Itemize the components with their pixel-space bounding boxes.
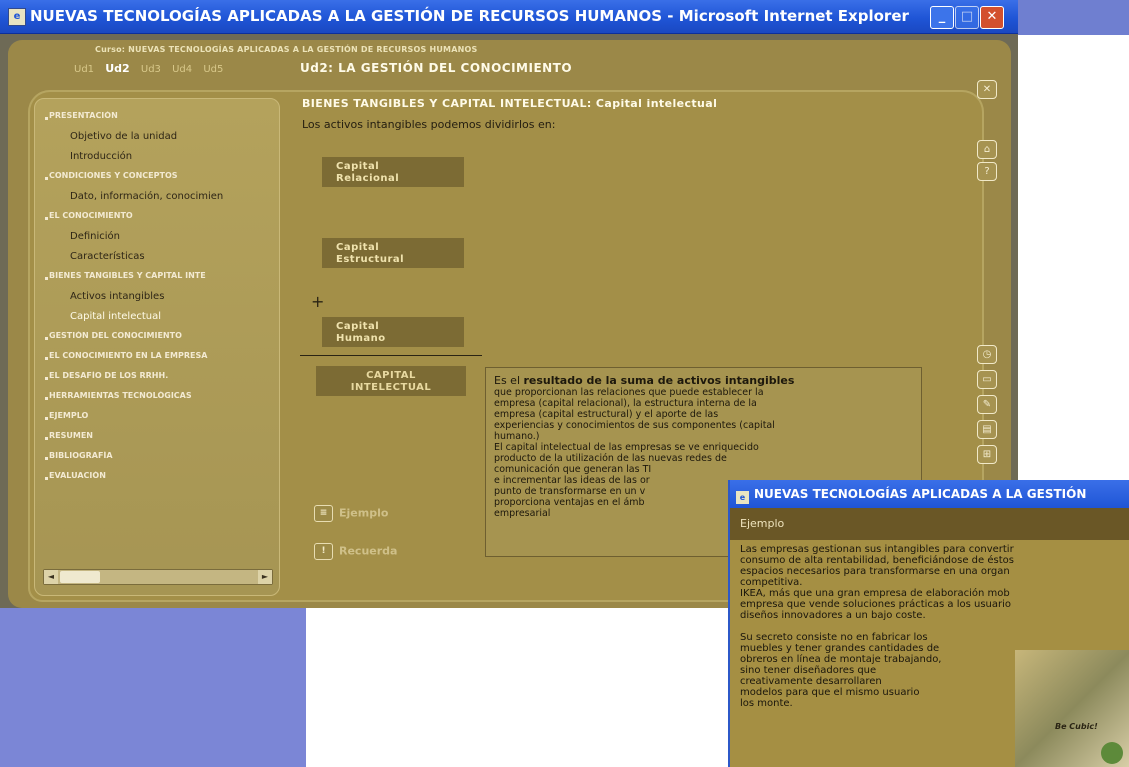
popup-heading: Ejemplo [730, 508, 1129, 540]
capital-estructural-line1: Capital [336, 242, 380, 253]
capital-relacional-line1: Capital [336, 161, 380, 172]
definition-line: producto de la utilización de las nuevas… [494, 453, 727, 464]
sidebar-section[interactable]: HERRAMIENTAS TECNOLÓGICAS [45, 391, 277, 411]
recuerda-icon: ! [314, 543, 333, 560]
ie-icon: e [736, 491, 749, 504]
popup-titlebar[interactable]: e NUEVAS TECNOLOGÍAS APLICADAS A LA GESTI… [730, 480, 1129, 508]
sidebar-item[interactable]: Definición [45, 231, 277, 251]
tab-ud5[interactable]: Ud5 [203, 64, 223, 75]
furniture-photo: Be Cubic! [1015, 650, 1129, 767]
intro-text: Los activos intangibles podemos dividirl… [302, 118, 556, 131]
photo-brand: Be Cubic! [1055, 722, 1098, 731]
course-name: Curso: NUEVAS TECNOLOGÍAS APLICADAS A LA… [95, 45, 478, 54]
popup-line: empresa que vende soluciones prácticas a… [740, 599, 1012, 610]
definition-lead-pre: Es el [494, 374, 524, 387]
sidebar-section[interactable]: BIENES TANGIBLES Y CAPITAL INTE [45, 271, 277, 291]
definition-line: experiencias y conocimientos de sus comp… [494, 420, 775, 431]
ejemplo-popup-window: e NUEVAS TECNOLOGÍAS APLICADAS A LA GESTI… [728, 480, 1129, 767]
notes-icon[interactable]: ▤ [977, 420, 997, 439]
capital-humano-line2: Humano [336, 333, 386, 344]
sidebar-item[interactable]: Dato, información, conocimien [45, 191, 277, 211]
taskbar-area [0, 608, 306, 767]
scroll-right-arrow[interactable]: ► [258, 570, 272, 584]
popup-line: consumo de alta rentabilidad, beneficián… [740, 555, 1014, 566]
sidebar-nav: PRESENTACIÓN Objetivo de la unidad Introdu… [34, 98, 280, 596]
definition-line: empresa (capital relacional), la estruct… [494, 398, 757, 409]
capital-relacional-line2: Relacional [336, 173, 400, 184]
definition-line: humano.) [494, 431, 540, 442]
sidebar-section[interactable]: BIBLIOGRAFÍA [45, 451, 277, 471]
popup-line: Las empresas gestionan sus intangibles p… [740, 544, 1014, 555]
tab-ud3[interactable]: Ud3 [141, 64, 161, 75]
plus-sign: + [311, 292, 325, 311]
recuerda-link[interactable]: ! Recuerda [314, 543, 397, 560]
unit-title: Ud2: LA GESTIÓN DEL CONOCIMIENTO [300, 61, 573, 75]
sidebar-item[interactable]: Activos intangibles [45, 291, 277, 311]
minimize-button[interactable]: _ [930, 6, 954, 29]
help-icon[interactable]: ? [977, 162, 997, 181]
sidebar-section[interactable]: EJEMPLO [45, 411, 277, 431]
definition-lead-bold: resultado de la suma de activos intangib… [523, 374, 795, 387]
plant-shape [1101, 742, 1123, 764]
content-title: BIENES TANGIBLES Y CAPITAL INTELECTUAL: … [302, 97, 718, 110]
sidebar-section[interactable]: PRESENTACIÓN [45, 111, 277, 131]
sidebar-section[interactable]: GESTIÓN DEL CONOCIMIENTO [45, 331, 277, 351]
sidebar-item[interactable]: Introducción [45, 151, 277, 171]
capital-intelectual-box[interactable]: CAPITAL INTELECTUAL [316, 366, 466, 396]
ejemplo-link[interactable]: ≡ Ejemplo [314, 505, 388, 522]
window-icon[interactable]: ▭ [977, 370, 997, 389]
sidebar-scrollbar[interactable]: ◄ ► [43, 569, 273, 585]
popup-line: Su secreto consiste no en fabricar los [740, 632, 928, 643]
tab-ud1[interactable]: Ud1 [74, 64, 94, 75]
tab-ud4[interactable]: Ud4 [172, 64, 192, 75]
edit-icon[interactable]: ✎ [977, 395, 997, 414]
popup-line: competitiva. [740, 577, 803, 588]
capital-intelectual-line1: CAPITAL [366, 370, 416, 381]
capital-relacional-box[interactable]: Capital Relacional [322, 157, 464, 187]
definition-line: empresa (capital estructural) y el aport… [494, 409, 719, 420]
maximize-button[interactable]: □ [955, 6, 979, 29]
unit-tabs: Ud1 Ud2 Ud3 Ud4 Ud5 [74, 62, 231, 75]
capital-estructural-box[interactable]: Capital Estructural [322, 238, 464, 268]
window-title: NUEVAS TECNOLOGÍAS APLICADAS A LA GESTIÓ… [30, 7, 909, 25]
sidebar-item[interactable]: Capital intelectual [45, 311, 277, 331]
ie-icon: e [8, 8, 26, 26]
close-window-button[interactable]: ✕ [980, 6, 1004, 29]
sidebar-section[interactable]: EL DESAFÍO DE LOS RRHH. [45, 371, 277, 391]
popup-title: NUEVAS TECNOLOGÍAS APLICADAS A LA GESTIÓ… [754, 487, 1087, 501]
home-icon[interactable]: ⌂ [977, 140, 997, 159]
scroll-left-arrow[interactable]: ◄ [44, 570, 58, 584]
ejemplo-label: Ejemplo [339, 506, 389, 520]
sidebar-section[interactable]: RESUMEN [45, 431, 277, 451]
recuerda-label: Recuerda [339, 544, 398, 558]
grid-icon[interactable]: ⊞ [977, 445, 997, 464]
sidebar-item[interactable]: Características [45, 251, 277, 271]
sidebar-section[interactable]: EVALUACIÓN [45, 471, 277, 491]
close-course-icon[interactable]: ✕ [977, 80, 997, 99]
definition-line: comunicación que generan las TI [494, 464, 652, 475]
clock-icon[interactable]: ◷ [977, 345, 997, 364]
popup-paragraph-1: Las empresas gestionan sus intangibles p… [740, 544, 1129, 621]
definition-lead: Es el resultado de la suma de activos in… [494, 374, 913, 387]
sidebar-item[interactable]: Objetivo de la unidad [45, 131, 277, 151]
sidebar-section[interactable]: EL CONOCIMIENTO [45, 211, 277, 231]
sum-line [300, 355, 482, 356]
ejemplo-icon: ≡ [314, 505, 333, 522]
definition-line: El capital intelectual de las empresas s… [494, 442, 759, 453]
capital-intelectual-line2: INTELECTUAL [350, 382, 432, 393]
sidebar-section[interactable]: EL CONOCIMIENTO EN LA EMPRESA [45, 351, 277, 371]
popup-line: espacios necesarios para transformarse e… [740, 566, 1010, 577]
desktop-background [1018, 0, 1129, 35]
capital-estructural-line2: Estructural [336, 254, 405, 265]
definition-line: que proporcionan las relaciones que pued… [494, 387, 764, 398]
popup-line: IKEA, más que una gran empresa de elabor… [740, 588, 1010, 599]
nav-list: PRESENTACIÓN Objetivo de la unidad Introdu… [45, 111, 277, 491]
window-titlebar[interactable]: e NUEVAS TECNOLOGÍAS APLICADAS A LA GEST… [0, 0, 1018, 34]
sidebar-section[interactable]: CONDICIONES Y CONCEPTOS [45, 171, 277, 191]
tab-ud2[interactable]: Ud2 [105, 62, 129, 75]
capital-humano-box[interactable]: Capital Humano [322, 317, 464, 347]
capital-humano-line1: Capital [336, 321, 380, 332]
scroll-thumb[interactable] [60, 571, 100, 583]
popup-line: diseños innovadores a un bajo coste. [740, 610, 926, 621]
